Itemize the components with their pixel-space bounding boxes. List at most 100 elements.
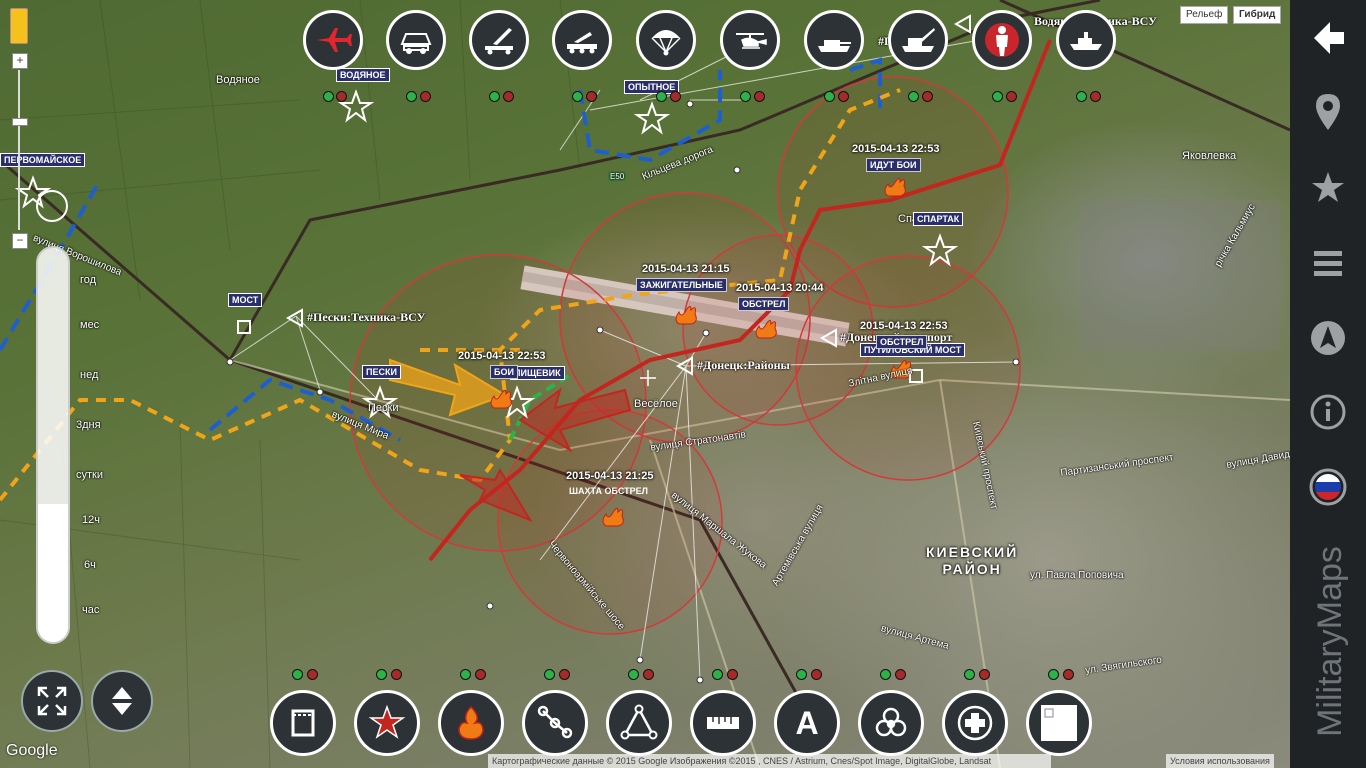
up-down-triangles-icon <box>112 687 132 715</box>
tool-position-button[interactable] <box>270 690 336 756</box>
star-icon <box>1312 172 1344 202</box>
timeline-label[interactable]: 12ч <box>82 514 122 526</box>
place-peski: Пески <box>368 402 399 414</box>
google-logo: Google <box>6 742 58 759</box>
pan-control[interactable] <box>36 190 68 222</box>
event-time: 2015-04-13 21:25 <box>566 470 654 482</box>
tool-medical-button[interactable] <box>942 690 1008 756</box>
image-icon <box>1041 705 1077 741</box>
tag-peski-tech[interactable]: #Пески:Техника-ВСУ <box>307 310 425 325</box>
event-label[interactable]: ОБСТРЕЛ <box>738 297 790 311</box>
timeline-label[interactable]: мес <box>80 319 120 331</box>
event-label[interactable]: ИДУТ БОИ <box>866 158 921 172</box>
timeline-label[interactable]: год <box>80 274 120 286</box>
unit-pervomayskoe[interactable]: ПЕРВОМАЙСКОЕ <box>0 153 86 167</box>
tool-text-button[interactable]: A <box>774 690 840 756</box>
hamburger-icon <box>1314 251 1342 276</box>
jet-icon <box>317 28 352 52</box>
mlrs-icon <box>567 32 597 54</box>
parachute-icon <box>651 30 681 56</box>
biohazard-icon <box>875 707 907 737</box>
unit-vodyanoe[interactable]: ВОДЯНОЕ <box>336 68 390 82</box>
map-type-relief-button[interactable]: Рельеф <box>1180 6 1229 24</box>
event-label[interactable]: ЗАЖИГАТЕЛЬНЫЕ <box>636 278 727 292</box>
map-overlay <box>0 0 1290 768</box>
timeline-label[interactable]: 6ч <box>84 559 124 571</box>
category-armored-car-button[interactable] <box>386 10 446 70</box>
tool-route-button[interactable] <box>522 690 588 756</box>
zoom-slider-track[interactable] <box>18 70 20 230</box>
helicopter-icon <box>736 33 767 49</box>
event-time: 2015-04-13 22:53 <box>852 143 940 155</box>
unit-spartak[interactable]: СПАРТАК <box>913 212 964 226</box>
terms-link[interactable]: Условия использования <box>1166 754 1274 768</box>
route-icon <box>537 705 573 739</box>
zoom-out-button[interactable]: − <box>12 233 28 249</box>
sidebar-back-button[interactable] <box>1308 18 1348 58</box>
unit-peski[interactable]: ПЕСКИ <box>362 365 401 379</box>
event-label[interactable]: ШАХТА ОБСТРЕЛ <box>566 485 651 497</box>
category-missile-launcher-button[interactable] <box>469 10 529 70</box>
layers-toggle-button[interactable] <box>91 670 153 732</box>
ship-icon <box>1070 32 1102 50</box>
timeline-slider[interactable] <box>36 246 70 644</box>
zoom-in-button[interactable]: + <box>12 53 28 69</box>
event-label[interactable]: БОИ <box>490 365 518 379</box>
timeline-label[interactable]: нед <box>80 369 120 381</box>
tool-biohazard-button[interactable] <box>858 690 924 756</box>
sidebar-info-button[interactable] <box>1308 392 1348 432</box>
fit-extent-button[interactable] <box>21 670 83 732</box>
district-kievskiy: КИЕВСКИЙ РАЙОН <box>926 544 1019 577</box>
place-vodyanoe: Водяное <box>216 74 260 86</box>
tool-ruler-button[interactable] <box>690 690 756 756</box>
brand-container: MilitaryMaps <box>1308 535 1352 747</box>
sidebar-favorites-button[interactable] <box>1308 168 1348 208</box>
tool-fire-button[interactable] <box>438 690 504 756</box>
category-aviation-button[interactable] <box>303 10 363 70</box>
tool-image-button[interactable] <box>1026 690 1092 756</box>
sidebar-menu-button[interactable] <box>1308 243 1348 283</box>
category-infantry-button[interactable] <box>972 10 1032 70</box>
category-mlrs-button[interactable] <box>552 10 612 70</box>
sidebar-flag-button[interactable] <box>1308 467 1348 507</box>
map-type-hybrid-button[interactable]: Гибрид <box>1233 6 1282 24</box>
tool-star-button[interactable] <box>354 690 420 756</box>
text-icon: A <box>795 704 819 741</box>
unit-most[interactable]: МОСТ <box>228 293 263 307</box>
unit-pischevik[interactable]: ПИЩЕВИК <box>510 366 565 380</box>
place-yakovlevka: Яковлевка <box>1182 150 1237 162</box>
event-label[interactable]: ОБСТРЕЛ <box>876 335 928 349</box>
info-icon <box>1310 394 1346 430</box>
timeline-label[interactable]: 3дня <box>76 419 116 431</box>
artillery-icon <box>902 28 935 52</box>
tag-donetsk-regions[interactable]: #Донецк:Районы <box>697 358 790 373</box>
tool-triangle-button[interactable] <box>606 690 672 756</box>
pegman-icon[interactable] <box>10 8 28 44</box>
event-time: 2015-04-13 21:15 <box>642 263 730 275</box>
flag-icon <box>1309 468 1347 506</box>
medical-cross-icon <box>957 705 993 741</box>
sidebar-navigate-button[interactable] <box>1308 318 1348 358</box>
position-icon <box>291 709 315 737</box>
map-canvas[interactable]: Водяное Яковлевка Весёлое Пески Спа КИЕВ… <box>0 0 1290 768</box>
road-e50: E50 <box>608 172 627 181</box>
timeline-label[interactable]: час <box>82 604 122 616</box>
tank-icon <box>818 40 851 52</box>
event-time: 2015-04-13 20:44 <box>736 282 824 294</box>
missile-launcher-icon <box>485 28 513 55</box>
triangle-icon <box>620 704 658 740</box>
brand-name: MilitaryMaps <box>1310 545 1349 737</box>
category-tank-button[interactable] <box>804 10 864 70</box>
timeline-label[interactable]: сутки <box>76 469 116 481</box>
category-navy-button[interactable] <box>1056 10 1116 70</box>
category-helicopter-button[interactable] <box>720 10 780 70</box>
map-attribution: Картографические данные © 2015 Google Из… <box>488 754 1051 768</box>
ruler-icon <box>707 717 739 729</box>
armored-car-icon <box>400 33 432 54</box>
category-airborne-button[interactable] <box>636 10 696 70</box>
star-icon <box>368 704 406 739</box>
category-artillery-button[interactable] <box>888 10 948 70</box>
zoom-slider-handle[interactable] <box>12 118 28 126</box>
sidebar-location-button[interactable] <box>1308 92 1348 132</box>
event-time: 2015-04-13 22:53 <box>860 320 948 332</box>
